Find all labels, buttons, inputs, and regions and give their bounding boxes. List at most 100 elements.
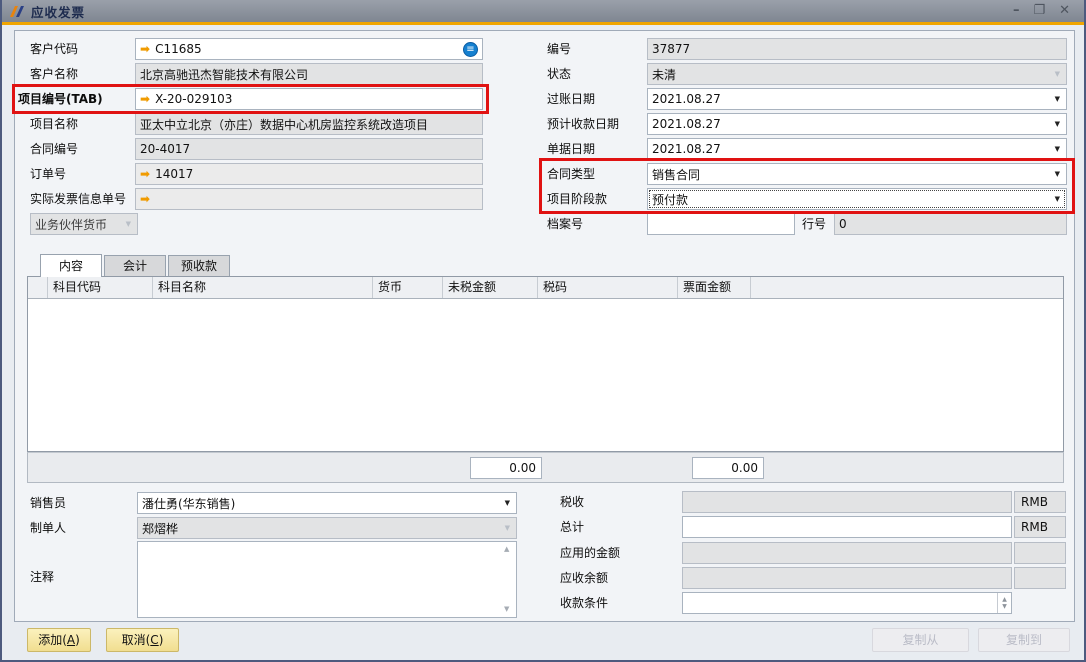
tax-field [682, 491, 1012, 513]
actual-invoice-no-field[interactable]: ➡ [135, 188, 483, 210]
total-currency-box: RMB [1014, 516, 1066, 538]
maximize-icon[interactable]: ❐ [1033, 1, 1045, 21]
balance-due-label: 应收余额 [560, 567, 608, 589]
expected-date-value: 2021.08.27 [652, 117, 721, 131]
order-no-value: 14017 [155, 167, 193, 181]
salesperson-label: 销售员 [30, 492, 66, 514]
face-amount-total-box: 0.00 [692, 457, 764, 479]
doc-date-field[interactable]: 2021.08.27 [647, 138, 1067, 160]
project-no-label: 项目编号(TAB) [18, 88, 103, 110]
status-label: 状态 [547, 63, 571, 85]
col-rownum [28, 277, 48, 298]
app-icon [8, 4, 25, 19]
contract-type-value: 销售合同 [652, 166, 700, 183]
spinner-up-icon[interactable]: ▲ [1002, 596, 1007, 603]
payment-terms-spinner: ▲ ▼ [997, 593, 1011, 613]
doc-no-field: 37877 [647, 38, 1067, 60]
applied-amount-label: 应用的金额 [560, 542, 620, 564]
project-no-value: X-20-029103 [155, 92, 232, 106]
project-name-field: 亚太中立北京（亦庄）数据中心机房监控系统改造项目 [135, 113, 483, 135]
line-items-table: 科目代码 科目名称 货币 未税金额 税码 票面金额 [27, 276, 1064, 452]
project-stage-label: 项目阶段款 [547, 188, 607, 210]
tax-currency-box: RMB [1014, 491, 1066, 513]
posting-date-value: 2021.08.27 [652, 92, 721, 106]
title-bar: 应收发票 – ❐ ✕ [2, 0, 1084, 22]
col-untaxed: 未税金额 [443, 277, 538, 298]
posting-date-label: 过账日期 [547, 88, 595, 110]
project-stage-field[interactable]: 预付款 [647, 188, 1067, 210]
customer-code-label: 客户代码 [30, 38, 78, 60]
cancel-button-text: 取消( [122, 633, 151, 647]
remarks-textarea[interactable] [137, 541, 517, 618]
add-button-text: 添加( [38, 633, 67, 647]
doc-no-value: 37877 [652, 42, 690, 56]
creator-field: 郑熠桦 [137, 517, 517, 539]
tab-accounting[interactable]: 会计 [104, 255, 166, 276]
status-field: 未清 [647, 63, 1067, 85]
customer-code-field[interactable]: ➡ C11685 ≡ [135, 38, 483, 60]
expected-date-label: 预计收款日期 [547, 113, 619, 135]
status-value: 未清 [652, 66, 676, 83]
copy-from-button: 复制从 [872, 628, 969, 652]
project-stage-value: 预付款 [652, 191, 688, 208]
customer-name-label: 客户名称 [30, 63, 78, 85]
creator-label: 制单人 [30, 517, 66, 539]
table-header-row: 科目代码 科目名称 货币 未税金额 税码 票面金额 [28, 277, 1063, 299]
tax-label: 税收 [560, 491, 584, 513]
line-no-label: 行号 [802, 213, 826, 235]
col-face-amount: 票面金额 [678, 277, 751, 298]
choose-from-list-icon[interactable]: ≡ [463, 42, 478, 57]
project-name-value: 亚太中立北京（亦庄）数据中心机房监控系统改造项目 [140, 116, 428, 133]
table-footer-strip [27, 452, 1064, 483]
doc-no-label: 编号 [547, 38, 571, 60]
applied-amount-field [682, 542, 1012, 564]
payment-terms-field[interactable]: ▲ ▼ [682, 592, 1012, 614]
minimize-icon[interactable]: – [1013, 1, 1020, 21]
link-arrow-icon[interactable]: ➡ [140, 88, 150, 110]
customer-code-value: C11685 [155, 42, 202, 56]
total-input[interactable] [682, 516, 1012, 538]
posting-date-field[interactable]: 2021.08.27 [647, 88, 1067, 110]
spinner-down-icon[interactable]: ▼ [1002, 603, 1007, 610]
close-icon[interactable]: ✕ [1059, 1, 1070, 21]
customer-name-field: 北京高驰迅杰智能技术有限公司 [135, 63, 483, 85]
creator-value: 郑熠桦 [142, 520, 178, 537]
copy-to-button: 复制到 [978, 628, 1070, 652]
tab-advance[interactable]: 预收款 [168, 255, 230, 276]
salesperson-dropdown[interactable]: 潘仕勇(华东销售) [137, 492, 517, 514]
order-no-label: 订单号 [30, 163, 66, 185]
project-no-field[interactable]: ➡ X-20-029103 [135, 88, 483, 110]
col-tax-code: 税码 [538, 277, 678, 298]
add-button[interactable]: 添加(A) [27, 628, 91, 652]
line-no-value: 0 [839, 217, 847, 231]
scroll-up-icon: ▲ [504, 545, 509, 553]
col-account-code: 科目代码 [48, 277, 153, 298]
contract-no-label: 合同编号 [30, 138, 78, 160]
window-title: 应收发票 [31, 2, 85, 21]
order-no-field[interactable]: ➡ 14017 [135, 163, 483, 185]
archive-no-label: 档案号 [547, 213, 583, 235]
doc-date-value: 2021.08.27 [652, 142, 721, 156]
add-button-mnemonic: A [67, 633, 75, 647]
col-currency: 货币 [373, 277, 443, 298]
link-arrow-icon[interactable]: ➡ [140, 38, 150, 60]
untaxed-total-box: 0.00 [470, 457, 542, 479]
tab-content[interactable]: 内容 [40, 254, 102, 277]
remarks-label: 注释 [30, 566, 54, 588]
archive-no-input[interactable] [647, 213, 795, 235]
accent-line [2, 22, 1084, 25]
cancel-button-mnemonic: C [150, 633, 158, 647]
cancel-button[interactable]: 取消(C) [106, 628, 179, 652]
ar-invoice-window: { "titlebar": { "title": "应收发票" }, "wind… [0, 0, 1086, 662]
contract-no-field: 20-4017 [135, 138, 483, 160]
total-label: 总计 [560, 516, 584, 538]
expected-date-field[interactable]: 2021.08.27 [647, 113, 1067, 135]
payment-terms-label: 收款条件 [560, 592, 608, 614]
balance-due-field [682, 567, 1012, 589]
applied-amount-currency-box [1014, 542, 1066, 564]
link-arrow-icon[interactable]: ➡ [140, 188, 150, 210]
balance-due-currency-box [1014, 567, 1066, 589]
contract-type-field[interactable]: 销售合同 [647, 163, 1067, 185]
link-arrow-icon[interactable]: ➡ [140, 163, 150, 185]
col-filler [751, 277, 1063, 298]
